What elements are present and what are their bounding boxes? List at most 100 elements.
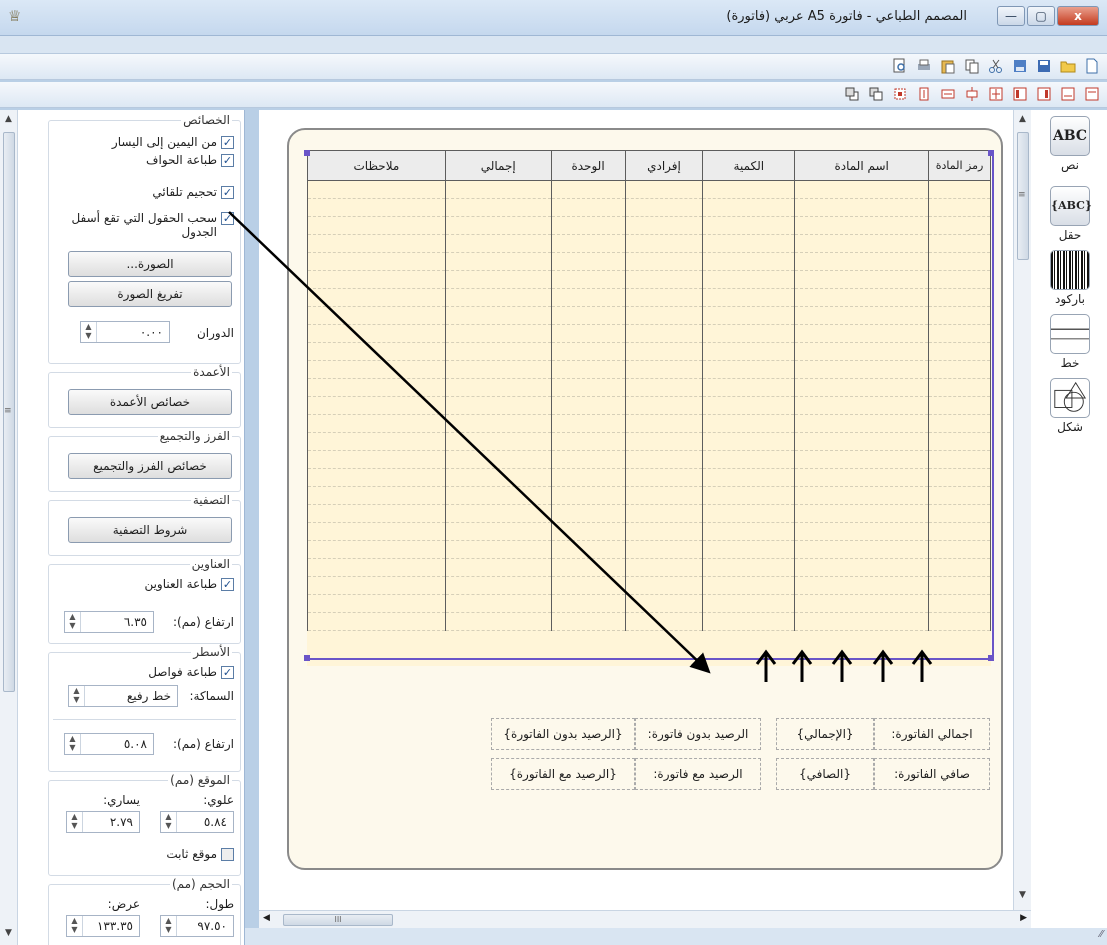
table-row[interactable] <box>307 216 991 235</box>
table-cell[interactable] <box>928 576 991 595</box>
table-cell[interactable] <box>928 180 991 199</box>
table-cell[interactable] <box>624 486 704 505</box>
table-cell[interactable] <box>702 594 796 613</box>
thickness-select[interactable]: خط رفيع ▲ ▼ <box>68 685 178 707</box>
table-row[interactable] <box>307 594 991 613</box>
column-header-item-name[interactable]: اسم المادة <box>794 150 930 181</box>
canvas-horizontal-scrollbar[interactable]: ◀ III ▶ <box>259 910 1031 928</box>
table-cell[interactable] <box>444 306 552 325</box>
invoice-total-field[interactable]: {الإجمالي} <box>776 718 874 750</box>
column-properties-button[interactable]: خصائص الأعمدة <box>68 389 232 415</box>
table-row[interactable] <box>307 378 991 397</box>
table-cell[interactable] <box>624 342 704 361</box>
table-row[interactable] <box>307 306 991 325</box>
invoice-total-label[interactable]: اجمالي الفاتورة: <box>874 718 990 750</box>
table-cell[interactable] <box>624 378 704 397</box>
table-cell[interactable] <box>624 432 704 451</box>
bring-front-icon[interactable] <box>843 85 861 103</box>
table-cell[interactable] <box>702 432 796 451</box>
table-cell[interactable] <box>550 396 626 415</box>
table-cell[interactable] <box>794 360 930 379</box>
scrollbar-thumb[interactable]: III <box>283 914 393 926</box>
left-spinner[interactable]: ٢.٧٩ ▲ ▼ <box>66 811 140 833</box>
pull-fields-checkbox[interactable]: ✓ سحب الحقول التي تقع أسفل الجدول <box>62 211 234 239</box>
table-cell[interactable] <box>307 504 446 523</box>
table-cell[interactable] <box>702 522 796 541</box>
table-cell[interactable] <box>794 468 930 487</box>
titles-height-spinner[interactable]: ٦.٣٥ ▲ ▼ <box>64 611 154 633</box>
table-cell[interactable] <box>624 468 704 487</box>
table-cell[interactable] <box>444 288 552 307</box>
fixed-position-checkbox[interactable]: موقع ثابت <box>166 847 234 861</box>
table-cell[interactable] <box>928 198 991 217</box>
scroll-down-icon[interactable]: ▼ <box>5 928 12 938</box>
table-row[interactable] <box>307 252 991 271</box>
image-button[interactable]: الصورة... <box>68 251 232 277</box>
table-cell[interactable] <box>307 540 446 559</box>
table-cell[interactable] <box>928 504 991 523</box>
table-cell[interactable] <box>444 378 552 397</box>
table-cell[interactable] <box>794 504 930 523</box>
table-cell[interactable] <box>307 450 446 469</box>
print-icon[interactable] <box>915 57 933 75</box>
table-cell[interactable] <box>307 414 446 433</box>
table-cell[interactable] <box>702 360 796 379</box>
table-cell[interactable] <box>307 432 446 451</box>
balance-without-label[interactable]: الرصيد بدون فاتورة: <box>635 718 761 750</box>
table-row[interactable] <box>307 540 991 559</box>
table-cell[interactable] <box>550 558 626 577</box>
table-cell[interactable] <box>702 198 796 217</box>
table-row[interactable] <box>307 468 991 487</box>
table-cell[interactable] <box>444 576 552 595</box>
table-cell[interactable] <box>794 558 930 577</box>
table-cell[interactable] <box>550 432 626 451</box>
table-cell[interactable] <box>444 198 552 217</box>
table-cell[interactable] <box>928 612 991 631</box>
details-table[interactable]: ملاحظات إجمالي الوحدة إفرادي الكمية اسم … <box>307 150 991 631</box>
table-cell[interactable] <box>550 324 626 343</box>
print-borders-checkbox[interactable]: ✓ طباعة الحواف <box>146 153 234 167</box>
balance-with-label[interactable]: الرصيد مع فاتورة: <box>635 758 761 790</box>
table-cell[interactable] <box>794 540 930 559</box>
table-cell[interactable] <box>444 522 552 541</box>
save-as-icon[interactable] <box>1011 57 1029 75</box>
table-cell[interactable] <box>550 468 626 487</box>
table-cell[interactable] <box>702 612 796 631</box>
table-cell[interactable] <box>307 396 446 415</box>
save-icon[interactable] <box>1035 57 1053 75</box>
table-cell[interactable] <box>928 432 991 451</box>
scroll-up-icon[interactable]: ▲ <box>5 114 12 124</box>
table-cell[interactable] <box>702 270 796 289</box>
scroll-right-icon[interactable]: ▶ <box>1020 913 1027 923</box>
shape-tool[interactable]: شكل <box>1041 378 1099 434</box>
table-cell[interactable] <box>307 558 446 577</box>
table-row[interactable] <box>307 414 991 433</box>
clear-image-button[interactable]: تفريغ الصورة <box>68 281 232 307</box>
new-file-icon[interactable] <box>1083 57 1101 75</box>
table-row[interactable] <box>307 558 991 577</box>
table-cell[interactable] <box>702 216 796 235</box>
table-row[interactable] <box>307 342 991 361</box>
table-cell[interactable] <box>307 234 446 253</box>
filter-conditions-button[interactable]: شروط التصفية <box>68 517 232 543</box>
table-cell[interactable] <box>702 450 796 469</box>
table-cell[interactable] <box>794 414 930 433</box>
table-cell[interactable] <box>928 414 991 433</box>
table-cell[interactable] <box>307 252 446 271</box>
rows-height-spinner[interactable]: ٥.٠٨ ▲ ▼ <box>64 733 154 755</box>
table-cell[interactable] <box>624 216 704 235</box>
table-row[interactable] <box>307 180 991 199</box>
table-cell[interactable] <box>928 342 991 361</box>
properties-scrollbar[interactable]: ▲ ≡ ▼ <box>0 110 18 945</box>
table-cell[interactable] <box>444 342 552 361</box>
table-cell[interactable] <box>550 522 626 541</box>
table-row[interactable] <box>307 360 991 379</box>
table-cell[interactable] <box>444 270 552 289</box>
table-cell[interactable] <box>794 576 930 595</box>
scroll-left-icon[interactable]: ◀ <box>263 913 270 923</box>
table-cell[interactable] <box>307 594 446 613</box>
table-cell[interactable] <box>550 360 626 379</box>
table-cell[interactable] <box>794 396 930 415</box>
table-cell[interactable] <box>444 324 552 343</box>
table-cell[interactable] <box>624 414 704 433</box>
